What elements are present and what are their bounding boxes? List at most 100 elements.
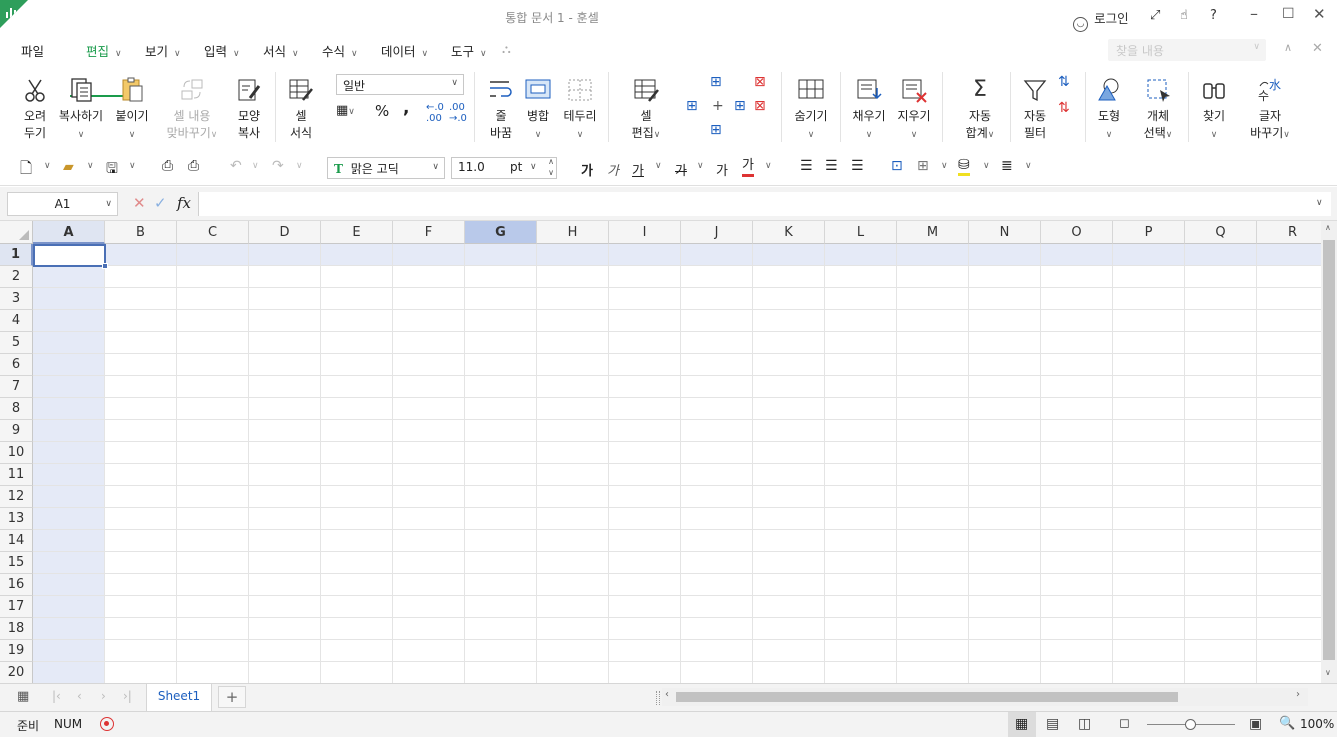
delete-column-icon[interactable]: ⊠ [754, 98, 766, 114]
format-painter-button[interactable]: 모양 복사 [232, 76, 266, 142]
increase-decimal-icon[interactable]: ←.0.00 [426, 102, 444, 124]
row-header-2[interactable]: 2 [0, 266, 33, 288]
paste-button[interactable]: 붙이기 ∨ [113, 76, 151, 144]
row-header-1[interactable]: 1 [0, 244, 33, 266]
print-icon[interactable]: ⎙ [162, 158, 173, 174]
number-format-select[interactable]: 일반 ∨ [336, 74, 464, 95]
column-header-h[interactable]: H [537, 221, 609, 244]
align-center-icon[interactable]: ☰ [825, 158, 838, 174]
column-header-k[interactable]: K [753, 221, 825, 244]
cell-format-button[interactable]: 셀 서식 [284, 76, 318, 142]
merge-center-icon[interactable]: ⊡ [891, 158, 903, 174]
horizontal-scrollbar[interactable]: ‹ › [662, 688, 1308, 706]
chevron-down-icon[interactable]: ∨ [655, 161, 662, 171]
sheet-tab[interactable]: Sheet1 [146, 684, 212, 711]
underline-button[interactable]: 가 [632, 160, 644, 179]
column-header-l[interactable]: L [825, 221, 897, 244]
merge-button[interactable]: 병합 ∨ [524, 76, 552, 144]
column-header-r[interactable]: R [1257, 221, 1321, 244]
comma-button[interactable]: , [403, 98, 409, 118]
delete-row-icon[interactable]: ⊠ [754, 74, 766, 90]
scroll-down-icon[interactable]: ∨ [1325, 668, 1331, 677]
share-icon[interactable]: ⛬ [502, 41, 511, 57]
sheet-list-icon[interactable]: ▦ [17, 689, 29, 704]
autosum-button[interactable]: Σ 자동 합계∨ [960, 76, 1000, 144]
row-header-10[interactable]: 10 [0, 442, 33, 464]
next-sheet-icon[interactable]: › [101, 689, 106, 703]
tab-tools[interactable]: 도구 ∨ [451, 41, 487, 60]
column-header-n[interactable]: N [969, 221, 1041, 244]
page-break-icon[interactable]: ◫ [1078, 716, 1091, 732]
chevron-down-icon[interactable]: ∨ [252, 161, 259, 171]
add-sheet-button[interactable]: + [218, 686, 246, 708]
normal-view-button[interactable]: ▦ [1008, 712, 1036, 737]
scroll-thumb[interactable] [1323, 240, 1335, 660]
row-header-14[interactable]: 14 [0, 530, 33, 552]
row-header-16[interactable]: 16 [0, 574, 33, 596]
active-cell[interactable] [33, 244, 108, 269]
fit-page-icon[interactable]: ▣ [1249, 716, 1262, 732]
cancel-icon[interactable]: ✕ [133, 194, 146, 212]
row-header-9[interactable]: 9 [0, 420, 33, 442]
chevron-down-icon[interactable]: ∨ [87, 161, 94, 171]
function-icon[interactable]: fx [177, 194, 191, 212]
row-header-5[interactable]: 5 [0, 332, 33, 354]
row-header-8[interactable]: 8 [0, 398, 33, 420]
border-button[interactable]: 테두리 ∨ [562, 76, 598, 144]
border-grid-icon[interactable]: ⊞ [917, 158, 929, 174]
name-box[interactable]: A1 ∨ [7, 192, 118, 216]
scroll-thumb[interactable] [676, 692, 1178, 702]
prev-sheet-icon[interactable]: ‹ [77, 689, 82, 703]
row-header-6[interactable]: 6 [0, 354, 33, 376]
strikethrough-button[interactable]: 가 [675, 160, 687, 179]
first-sheet-icon[interactable]: |‹ [52, 689, 61, 703]
chevron-down-icon[interactable]: ∨ [983, 161, 990, 171]
formula-input[interactable] [198, 192, 1331, 216]
row-header-19[interactable]: 19 [0, 640, 33, 662]
insert-row-above-icon[interactable]: ⊞ [710, 74, 722, 90]
undo-icon[interactable]: ↶ [230, 158, 242, 174]
column-header-e[interactable]: E [321, 221, 393, 244]
save-icon[interactable]: 🖫 [106, 158, 118, 182]
scroll-up-icon[interactable]: ∧ [1325, 223, 1331, 232]
tab-insert[interactable]: 입력 ∨ [204, 41, 240, 60]
column-header-m[interactable]: M [897, 221, 969, 244]
chevron-down-icon[interactable]: ∨ [129, 161, 136, 171]
clear-button[interactable]: 지우기 ∨ [895, 76, 933, 144]
font-name-select[interactable]: T 맑은 고딕 ∨ [327, 157, 445, 179]
maximize-button[interactable]: ☐ [1282, 6, 1295, 22]
row-header-4[interactable]: 4 [0, 310, 33, 332]
insert-column-left-icon[interactable]: ⊞ [686, 98, 698, 114]
chevron-down-icon[interactable]: ∨ [765, 161, 772, 171]
char-style-button[interactable]: 가 [716, 160, 728, 179]
chevron-down-icon[interactable]: ∨ [697, 161, 704, 171]
open-folder-icon[interactable]: ▰ [63, 159, 74, 175]
minimize-button[interactable]: – [1250, 4, 1258, 23]
tab-edit[interactable]: 편집 ∨ [86, 41, 122, 60]
italic-button[interactable]: 가 [607, 160, 619, 179]
row-header-11[interactable]: 11 [0, 464, 33, 486]
hide-button[interactable]: 숨기기 ∨ [792, 76, 830, 144]
select-all-corner[interactable] [0, 221, 33, 244]
cell-edit-button[interactable]: 셀 편집∨ [626, 76, 666, 144]
bold-button[interactable]: 가 [581, 160, 593, 179]
decrease-decimal-icon[interactable]: .00 →.0 [449, 102, 467, 124]
row-header-18[interactable]: 18 [0, 618, 33, 640]
font-color-button[interactable]: 가 [742, 158, 754, 177]
fill-color-icon[interactable]: ⛁ [958, 158, 970, 176]
row-header-12[interactable]: 12 [0, 486, 33, 508]
fill-handle[interactable] [102, 263, 108, 269]
row-header-15[interactable]: 15 [0, 552, 33, 574]
chevron-down-icon[interactable]: ∨ [296, 161, 303, 171]
confirm-icon[interactable]: ✓ [154, 194, 167, 212]
tab-formula[interactable]: 수식 ∨ [322, 41, 358, 60]
column-header-j[interactable]: J [681, 221, 753, 244]
close-doc-icon[interactable]: ✕ [1312, 41, 1323, 56]
zoom-fit-icon[interactable]: ◻ [1119, 716, 1130, 731]
row-header-13[interactable]: 13 [0, 508, 33, 530]
splitter-handle[interactable] [656, 691, 660, 705]
tab-format[interactable]: 서식 ∨ [263, 41, 299, 60]
fullscreen-icon[interactable]: ⤢ [1150, 8, 1160, 23]
column-header-d[interactable]: D [249, 221, 321, 244]
find-button[interactable]: 찾기 ∨ [1198, 76, 1230, 144]
